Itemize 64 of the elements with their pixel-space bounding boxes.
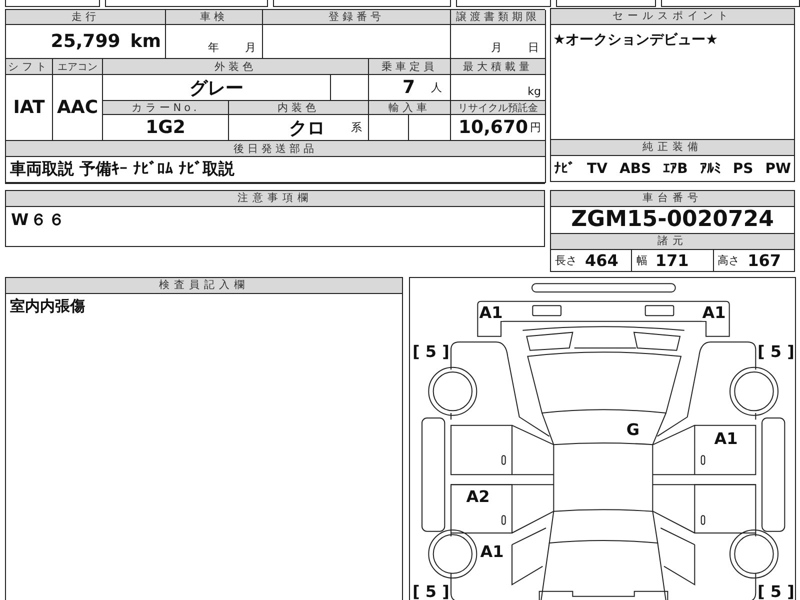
field-label: 走行 bbox=[6, 10, 166, 25]
field-label: 検査員記入欄 bbox=[6, 278, 402, 294]
damage-code: A1 bbox=[480, 544, 504, 560]
tire-rating: [ 5 ] bbox=[412, 584, 450, 600]
spec-value: 167 bbox=[748, 251, 782, 270]
tire-rating: [ 5 ] bbox=[758, 584, 794, 600]
spec-label: 幅 bbox=[636, 253, 648, 268]
equipment-item: TV bbox=[587, 160, 608, 176]
damage-code: A1 bbox=[714, 431, 738, 447]
field-label: 車検 bbox=[166, 10, 263, 25]
unit-label: 日 bbox=[528, 40, 539, 55]
field-value: 10,670 bbox=[458, 117, 528, 138]
field-label: リサイクル預託金 bbox=[451, 101, 546, 115]
damage-code: G bbox=[626, 422, 640, 438]
field-value: グレー bbox=[103, 75, 331, 101]
field-label: 最大積載量 bbox=[451, 59, 546, 75]
field-label: エアコン bbox=[53, 59, 103, 75]
unit-label: 月 bbox=[491, 40, 502, 55]
inspector-notes-text: 室内内張傷 bbox=[10, 297, 85, 315]
field-label: 登録番号 bbox=[263, 10, 451, 25]
unit-label: km bbox=[130, 31, 161, 52]
field-label: セールスポイント bbox=[551, 9, 794, 25]
equipment-item: ABS bbox=[619, 160, 652, 176]
damage-code: A2 bbox=[466, 489, 490, 505]
spec-value: 464 bbox=[585, 251, 618, 270]
equipment-item: ｱﾙﾐ bbox=[700, 160, 721, 176]
field-label: 外装色 bbox=[103, 59, 369, 75]
field-value: 7 bbox=[402, 77, 415, 98]
field-label: 内装色 bbox=[229, 101, 369, 115]
unit-label: 系 bbox=[351, 120, 362, 135]
field-value: 車両取説 予備ｷｰ ﾅﾋﾞﾛﾑ ﾅﾋﾞ取説 bbox=[6, 157, 546, 183]
field-label: 諸元 bbox=[551, 234, 794, 250]
field-value: AAC bbox=[53, 75, 103, 141]
mileage-value: 25,799 bbox=[50, 31, 120, 52]
field-label: 車台番号 bbox=[551, 191, 794, 207]
tire-rating: [ 5 ] bbox=[412, 344, 450, 360]
tire-rating: [ 5 ] bbox=[758, 344, 794, 360]
damage-code: A1 bbox=[479, 305, 503, 321]
field-label: 譲渡書類期限 bbox=[451, 10, 546, 25]
field-label: 乗車定員 bbox=[369, 59, 451, 75]
sales-point-text: ★オークションデビュー★ bbox=[553, 32, 718, 48]
notes-text: W６６ bbox=[11, 210, 67, 229]
field-label: シフト bbox=[6, 59, 53, 75]
equipment-item: ｴｱB bbox=[663, 160, 688, 176]
unit-label: 年 bbox=[208, 40, 219, 55]
spec-label: 長さ bbox=[555, 253, 577, 268]
field-label: 輸入車 bbox=[369, 101, 451, 115]
unit-label: 円 bbox=[530, 120, 541, 135]
damage-code: A1 bbox=[702, 305, 726, 321]
field-value: 1G2 bbox=[103, 115, 229, 141]
field-label: 純正装備 bbox=[551, 140, 794, 156]
field-label: カラーNo. bbox=[103, 101, 229, 115]
field-label: 注意事項欄 bbox=[6, 191, 544, 207]
equipment-item: PW bbox=[765, 160, 791, 176]
field-value: IAT bbox=[6, 75, 53, 141]
unit-label: 月 bbox=[245, 40, 256, 55]
field-value: クロ bbox=[289, 116, 325, 140]
spec-label: 高さ bbox=[718, 253, 740, 268]
equipment-item: ﾅﾋﾞ bbox=[554, 160, 575, 176]
spec-value: 171 bbox=[655, 251, 689, 270]
equipment-item: PS bbox=[732, 160, 754, 176]
unit-label: 人 bbox=[431, 80, 442, 95]
field-label: 後日発送部品 bbox=[6, 141, 546, 157]
unit-label: kg bbox=[528, 85, 541, 98]
